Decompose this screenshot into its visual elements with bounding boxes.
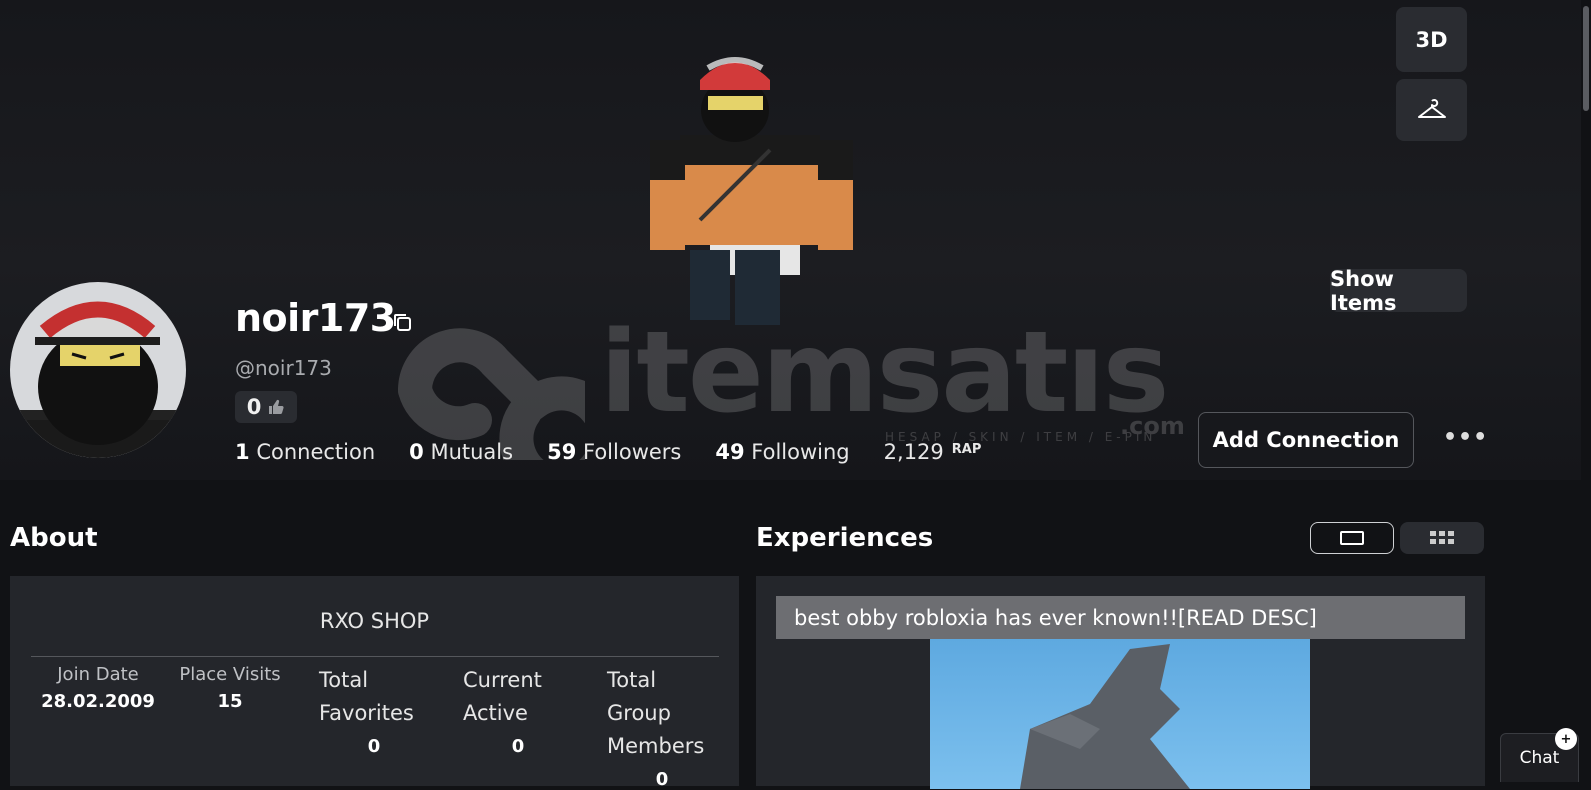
experiences-heading: Experiences — [756, 523, 934, 553]
connections-stat[interactable]: 1 Connection — [235, 440, 375, 464]
total-group-members-stat: Total Group Members 0 — [607, 668, 705, 790]
experience-title[interactable]: best obby robloxia has ever known!![READ… — [776, 596, 1465, 639]
experience-thumbnail-image — [1020, 644, 1190, 789]
following-stat[interactable]: 49 Following — [715, 440, 849, 464]
mutuals-stat[interactable]: 0 Mutuals — [409, 440, 513, 464]
about-heading: About — [10, 523, 98, 553]
followers-stat[interactable]: 59 Followers — [547, 440, 681, 464]
thumbs-up-icon — [269, 399, 284, 415]
like-button[interactable]: 0 — [235, 391, 297, 423]
about-divider — [31, 656, 719, 657]
grid-view-toggle[interactable] — [1400, 522, 1484, 554]
experience-card[interactable]: best obby robloxia has ever known!![READ… — [756, 576, 1485, 789]
join-date-stat: Join Date 28.02.2009 — [41, 664, 155, 712]
chat-badge-icon[interactable]: + — [1555, 728, 1577, 750]
like-count: 0 — [246, 395, 262, 419]
add-connection-button[interactable]: Add Connection — [1198, 412, 1414, 468]
avatar-headshot[interactable] — [10, 282, 186, 458]
watermark-text: itemsatıs — [600, 308, 1169, 438]
current-active-stat: Current Active 0 — [463, 668, 542, 757]
profile-display-name: noir173 — [235, 296, 396, 340]
single-view-toggle[interactable] — [1310, 522, 1394, 554]
rap-stat: 2,129 RAP — [883, 440, 982, 464]
outfits-button[interactable] — [1396, 79, 1467, 141]
experience-thumbnail[interactable] — [930, 639, 1310, 789]
more-options-icon[interactable]: ••• — [1443, 425, 1488, 450]
watermark-domain: .com — [1120, 412, 1185, 440]
hanger-icon — [1417, 99, 1446, 118]
about-group-name: RXO SHOP — [319, 609, 430, 633]
show-items-button[interactable]: Show Items — [1330, 267, 1467, 315]
scrollbar-thumb[interactable] — [1583, 6, 1589, 111]
avatar-3d-model[interactable] — [640, 50, 860, 330]
place-visits-stat: Place Visits 15 — [179, 664, 281, 712]
profile-handle: @noir173 — [235, 356, 332, 380]
grid-icon — [1430, 531, 1454, 544]
profile-stats: 1 Connection 0 Mutuals 59 Followers 49 F… — [235, 440, 981, 464]
itemsatis-logo-icon — [398, 328, 624, 501]
page-scrollbar[interactable] — [1581, 0, 1591, 781]
copy-icon[interactable] — [391, 311, 415, 335]
single-card-icon — [1340, 531, 1364, 545]
about-card: RXO SHOP Join Date 28.02.2009 Place Visi… — [10, 576, 739, 790]
itemsatis-watermark: itemsatıs HESAP / SKIN / ITEM / E-PIN .c… — [385, 308, 1185, 501]
total-favorites-stat: Total Favorites 0 — [319, 668, 414, 757]
toggle-3d-button[interactable]: 3D — [1396, 7, 1467, 72]
avatar-headshot-image — [10, 301, 186, 458]
